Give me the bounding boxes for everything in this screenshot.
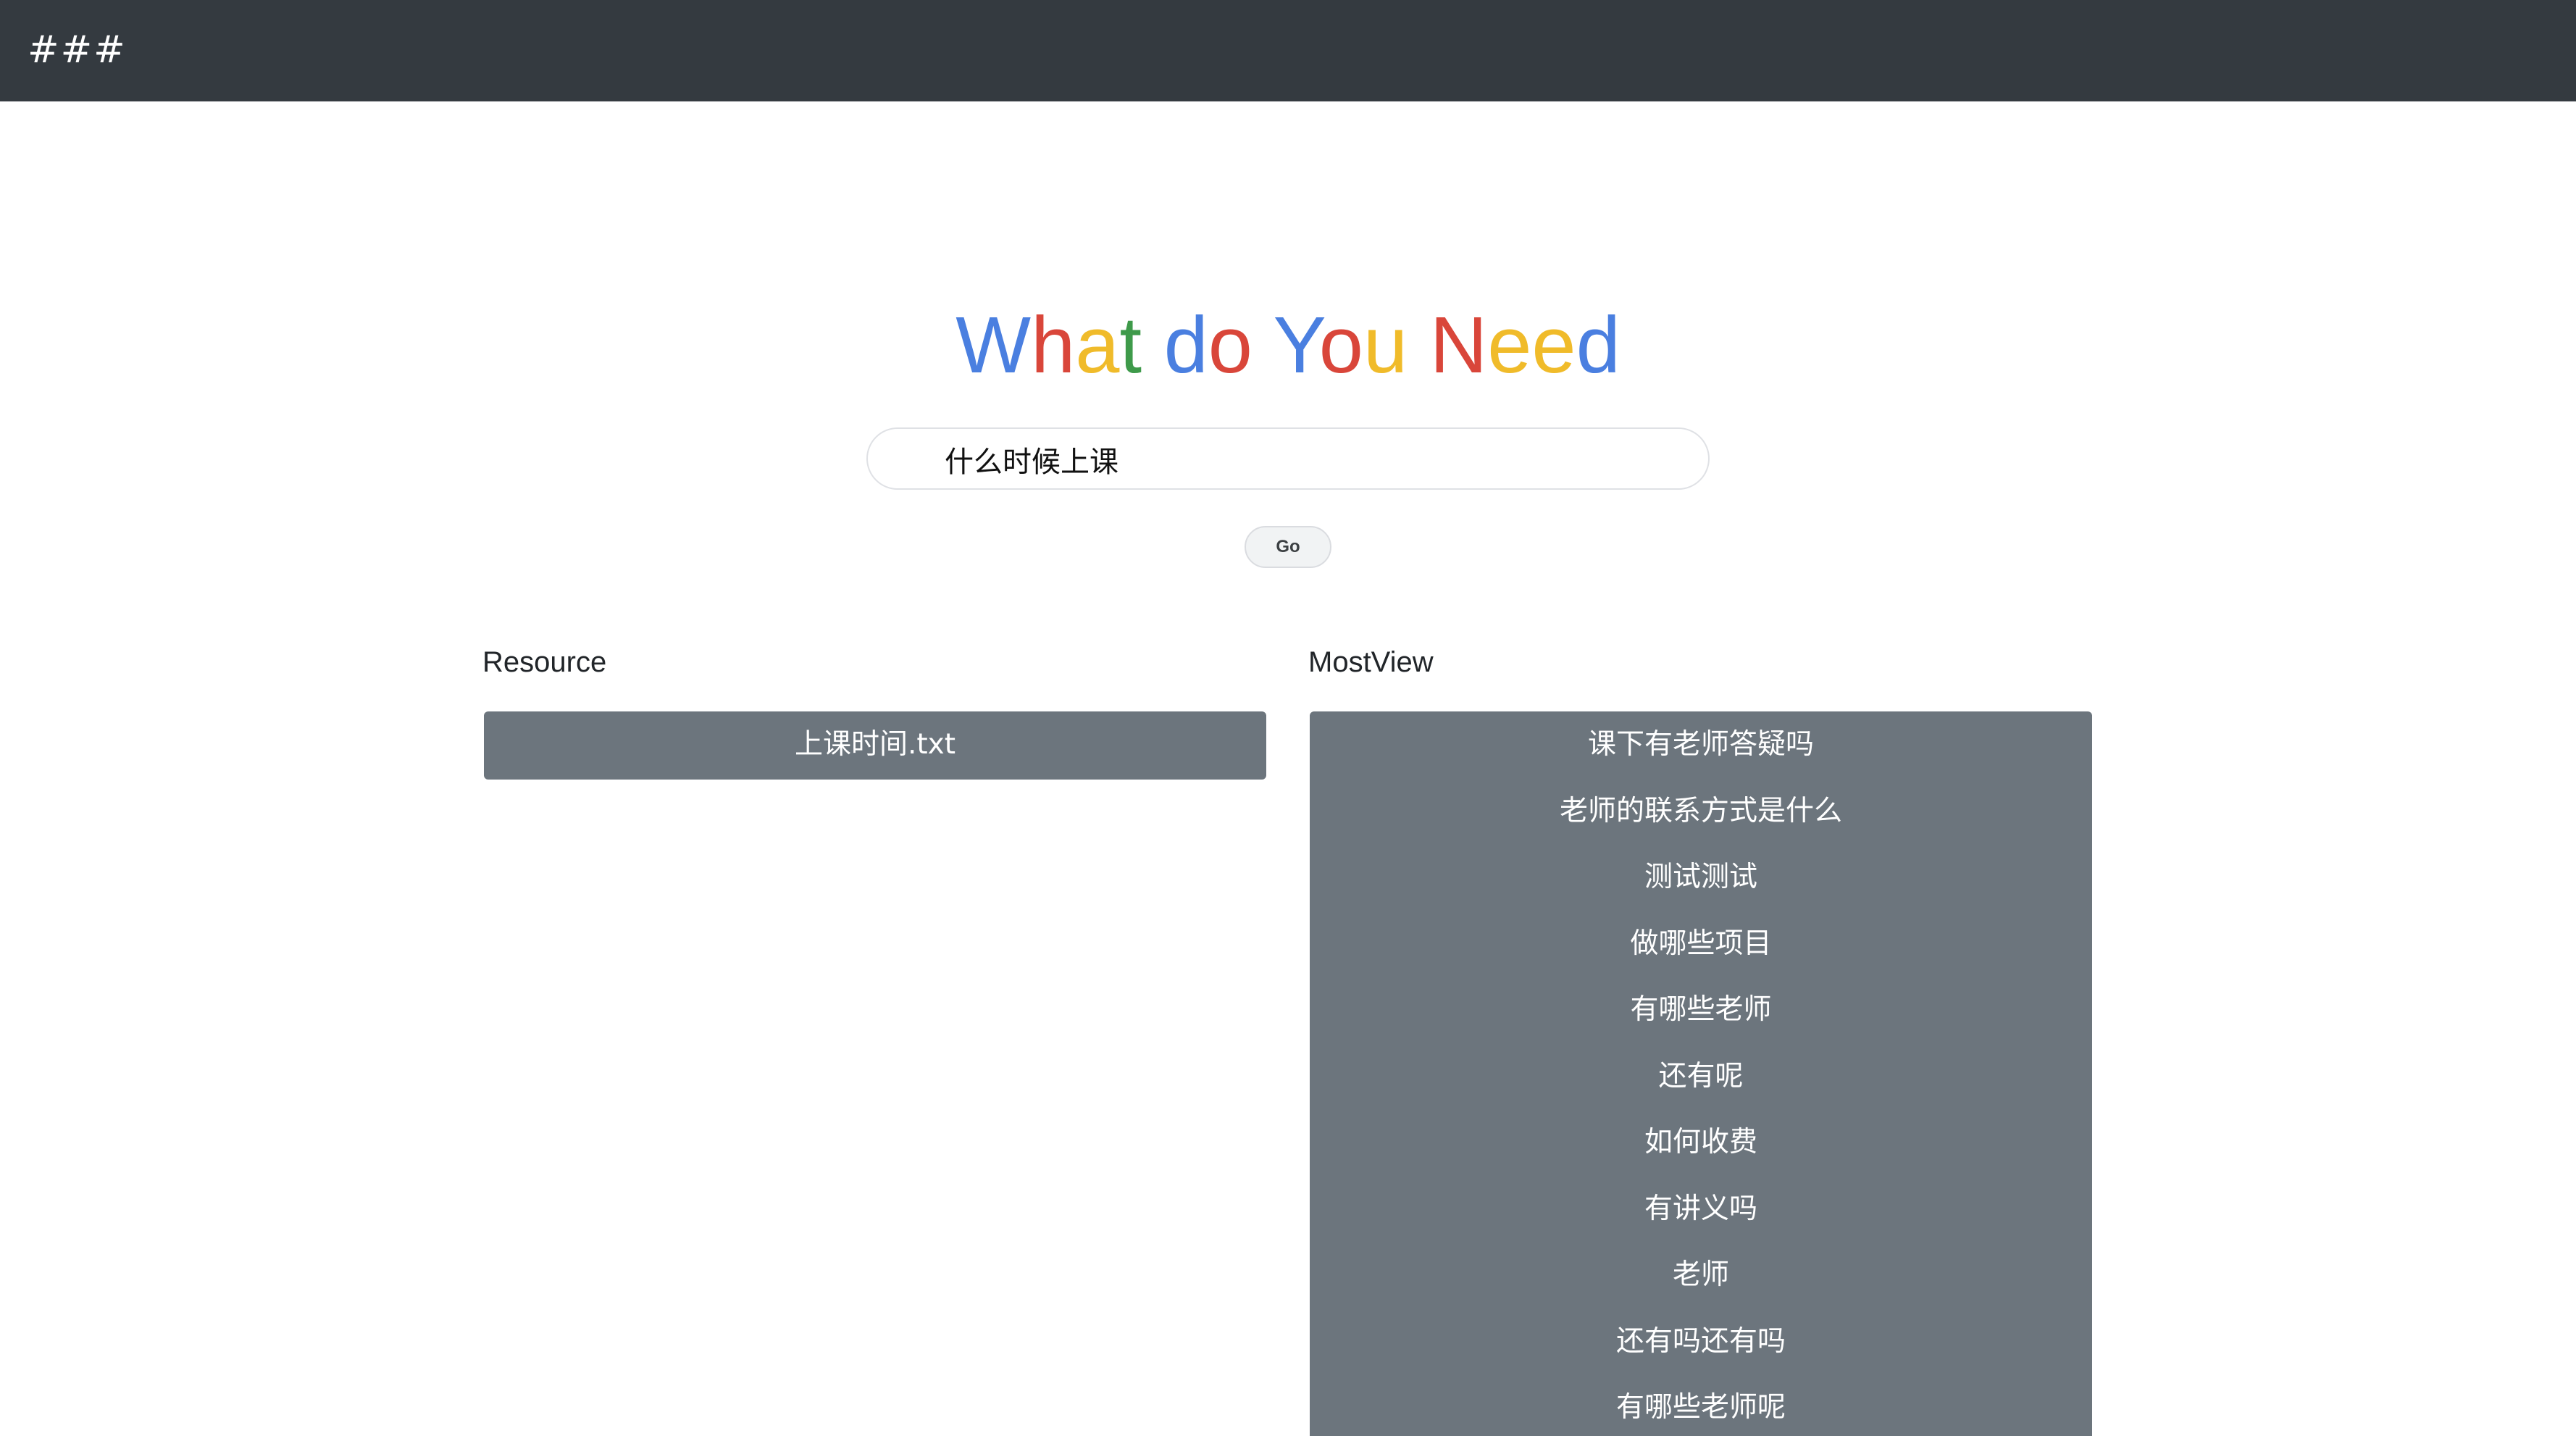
mostview-item[interactable]: 有哪些老师呢: [1310, 1374, 2092, 1441]
title-letter: N: [1429, 301, 1488, 390]
title-letter: e: [1487, 301, 1532, 390]
mostview-heading: MostView: [1308, 646, 1434, 678]
title-letter: t: [1119, 301, 1142, 390]
mostview-item[interactable]: 有讲义吗: [1310, 1176, 2092, 1242]
title-letter: e: [1531, 301, 1576, 390]
mostview-item[interactable]: 课下有老师答疑吗: [1310, 711, 2092, 778]
mostview-item[interactable]: 如何收费: [1310, 1109, 2092, 1176]
mostview-item[interactable]: 测试测试: [1310, 844, 2092, 911]
mostview-item[interactable]: 还有吗还有吗: [1310, 1308, 2092, 1375]
mostview-list: 课下有老师答疑吗 老师的联系方式是什么 测试测试 做哪些项目 有哪些老师 还有呢 如何收费有…: [1310, 711, 2092, 1436]
mostview-item[interactable]: 老师: [1310, 1242, 2092, 1308]
go-button[interactable]: Go: [1245, 526, 1331, 568]
title-letter: o: [1318, 301, 1363, 390]
top-navbar: ###: [0, 0, 2576, 101]
title-letter: o: [1208, 301, 1253, 390]
title-letter: h: [1031, 301, 1076, 390]
mostview-item[interactable]: 做哪些项目: [1310, 911, 2092, 977]
mostview-item[interactable]: 老师的联系方式是什么: [1310, 778, 2092, 845]
title-letter: Y: [1273, 301, 1319, 390]
mostview-item[interactable]: 还有呢: [1310, 1043, 2092, 1110]
title-letter: W: [955, 301, 1032, 390]
resource-list: 上课时间.txt: [484, 711, 1266, 780]
page-title: What do You Need: [0, 298, 2576, 393]
resource-item[interactable]: 上课时间.txt: [484, 711, 1266, 778]
title-letter: [1142, 301, 1164, 390]
mostview-item[interactable]: 有哪些老师: [1310, 977, 2092, 1043]
title-letter: a: [1075, 301, 1120, 390]
title-letter: [1408, 301, 1430, 390]
title-letter: d: [1576, 301, 1621, 390]
title-letter: [1253, 301, 1274, 390]
title-letter: d: [1163, 301, 1208, 390]
resource-heading: Resource: [482, 646, 607, 678]
navbar-brand[interactable]: ###: [28, 25, 127, 75]
search-input[interactable]: [943, 429, 1670, 490]
search-box: [866, 427, 1710, 490]
title-letter: u: [1363, 301, 1408, 390]
